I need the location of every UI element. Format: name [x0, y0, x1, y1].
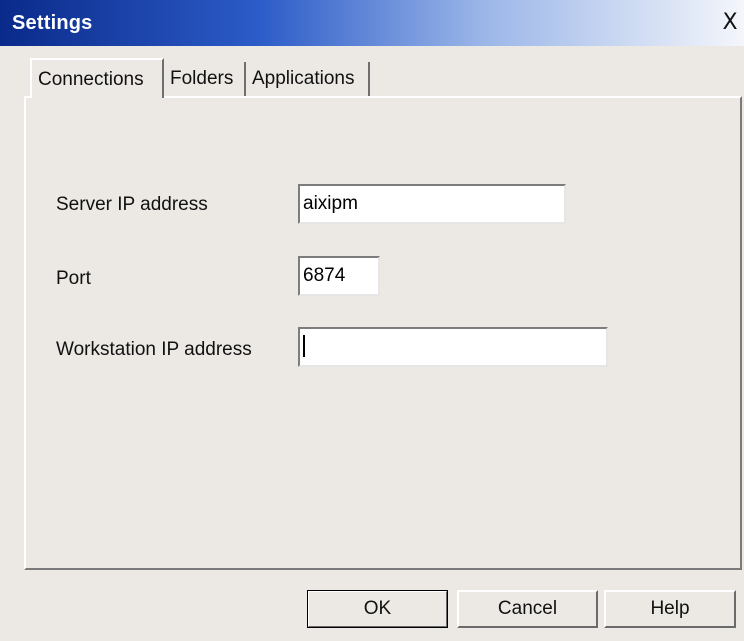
cancel-button[interactable]: Cancel: [457, 590, 598, 628]
ok-button[interactable]: OK: [307, 590, 448, 628]
workstation-ip-label: Workstation IP address: [56, 339, 252, 360]
connections-panel: Server IP address Port Workstation IP ad…: [24, 96, 742, 570]
tab-connections[interactable]: Connections: [30, 58, 164, 98]
tab-applications[interactable]: Applications: [246, 62, 370, 96]
text-caret: [303, 335, 305, 357]
server-ip-input[interactable]: [298, 184, 566, 224]
port-label: Port: [56, 268, 91, 289]
port-input[interactable]: [298, 256, 380, 296]
server-ip-label: Server IP address: [56, 194, 208, 215]
workstation-ip-field[interactable]: [298, 327, 608, 367]
close-icon[interactable]: X: [718, 10, 742, 36]
tab-folders[interactable]: Folders: [164, 62, 246, 96]
help-button[interactable]: Help: [604, 590, 736, 628]
title-bar[interactable]: Settings X: [0, 0, 744, 46]
settings-dialog: Settings X Connections Folders Applicati…: [0, 0, 744, 641]
workstation-ip-input[interactable]: [298, 327, 608, 367]
window-title: Settings: [12, 12, 93, 34]
